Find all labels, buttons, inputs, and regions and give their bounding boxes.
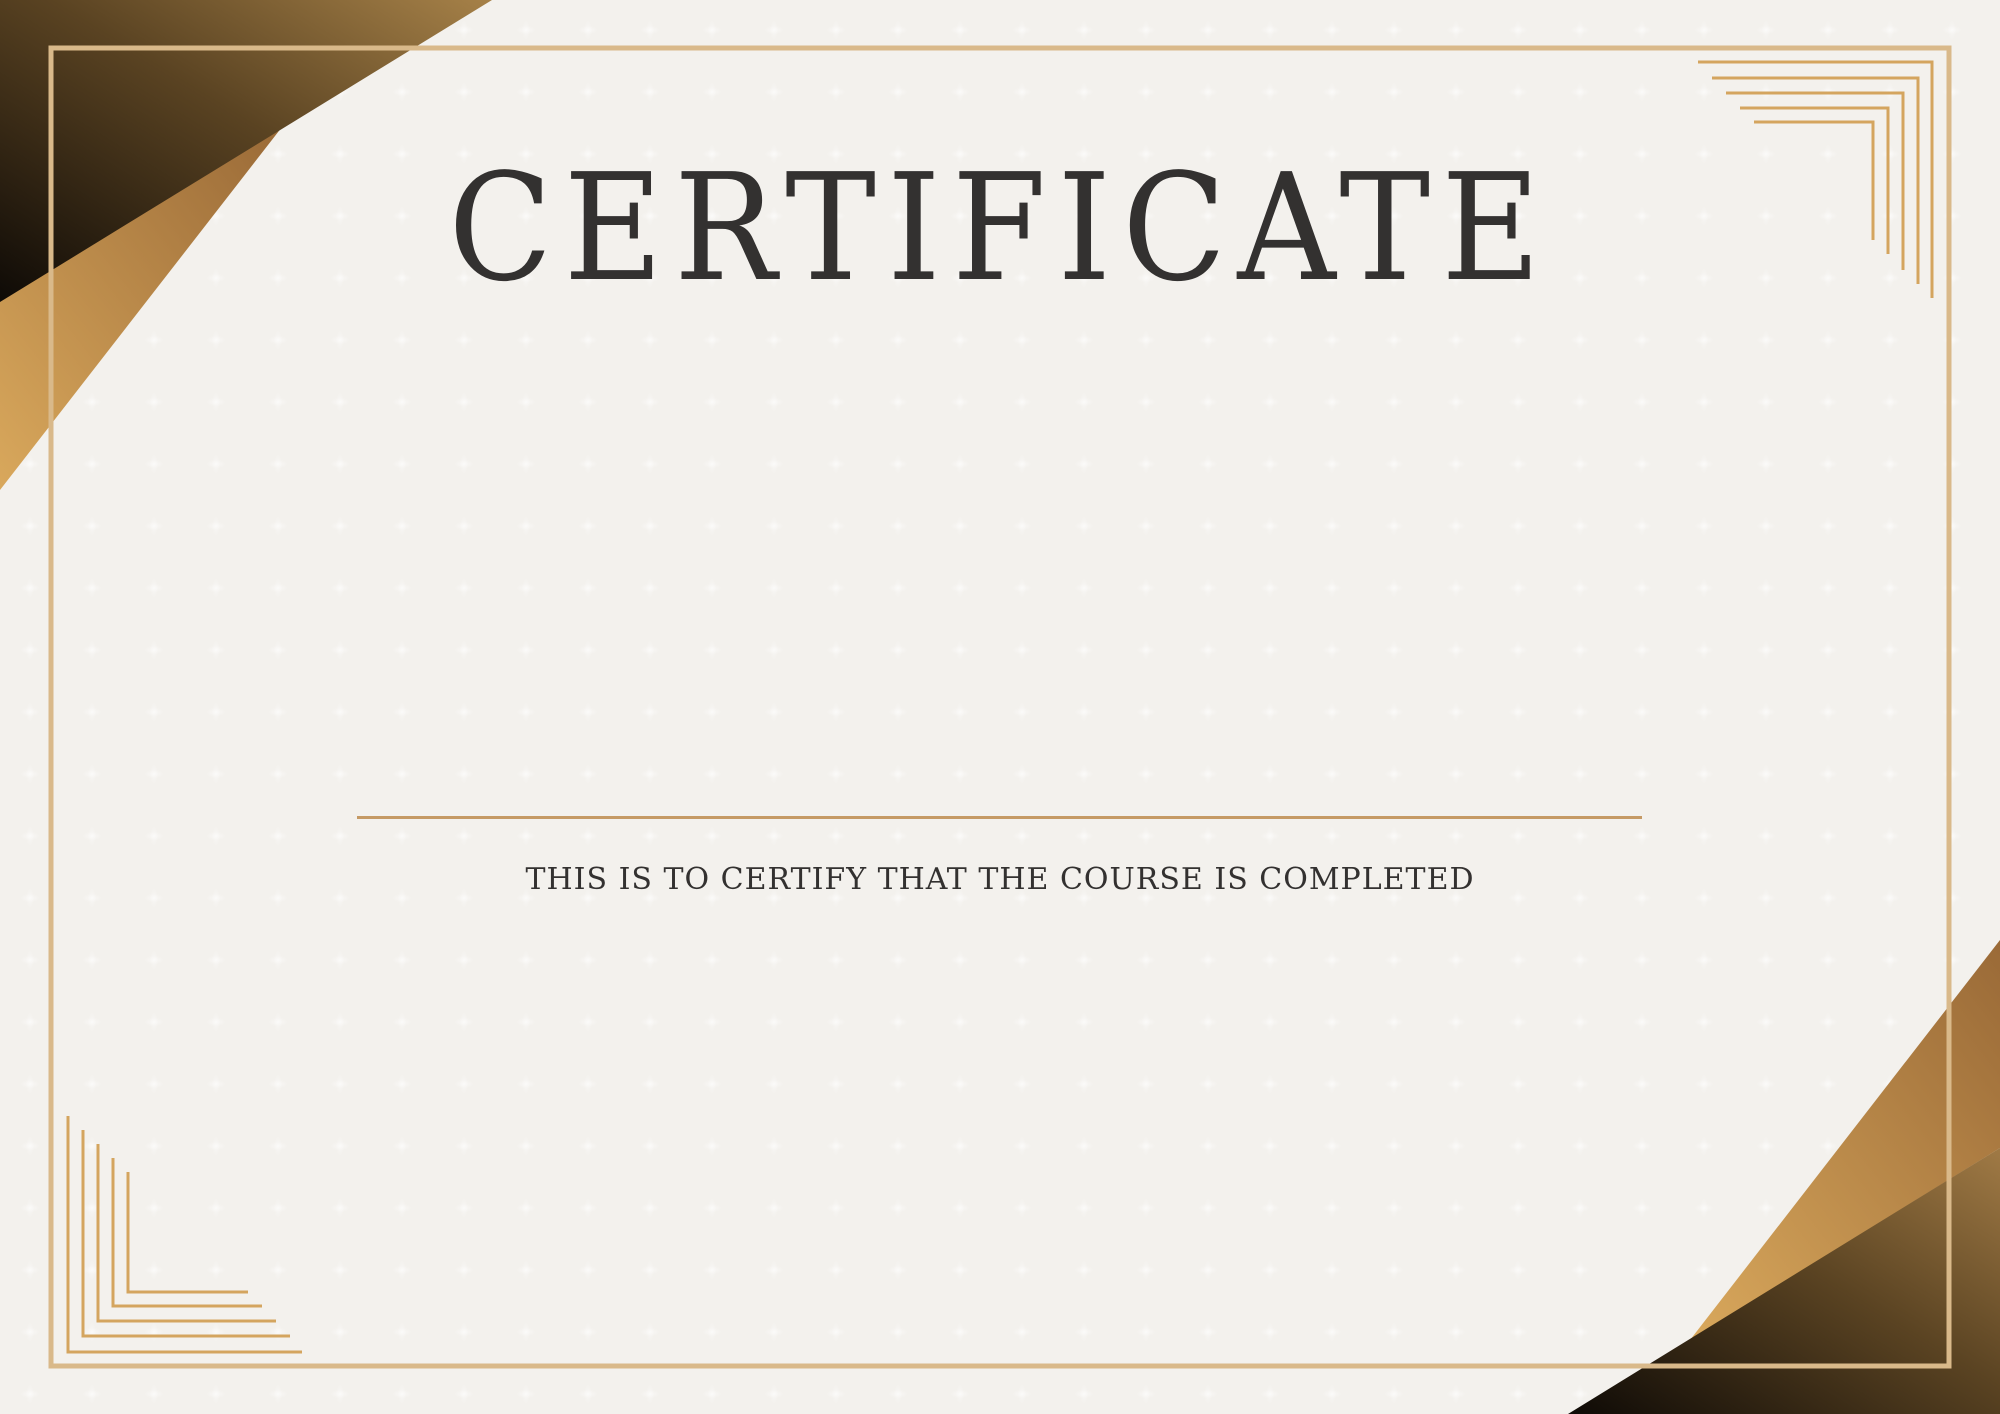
- corner-dark-triangle-bottom-right: [1568, 1148, 2000, 1414]
- certificate-page: CERTIFICATE THIS IS TO CERTIFY THAT THE …: [0, 0, 2000, 1414]
- name-line: [357, 816, 1642, 819]
- certificate-subtitle: THIS IS TO CERTIFY THAT THE COURSE IS CO…: [525, 862, 1475, 897]
- corner-lines-bottom-left: [66, 1116, 302, 1354]
- certificate-title: CERTIFICATE: [448, 142, 1552, 314]
